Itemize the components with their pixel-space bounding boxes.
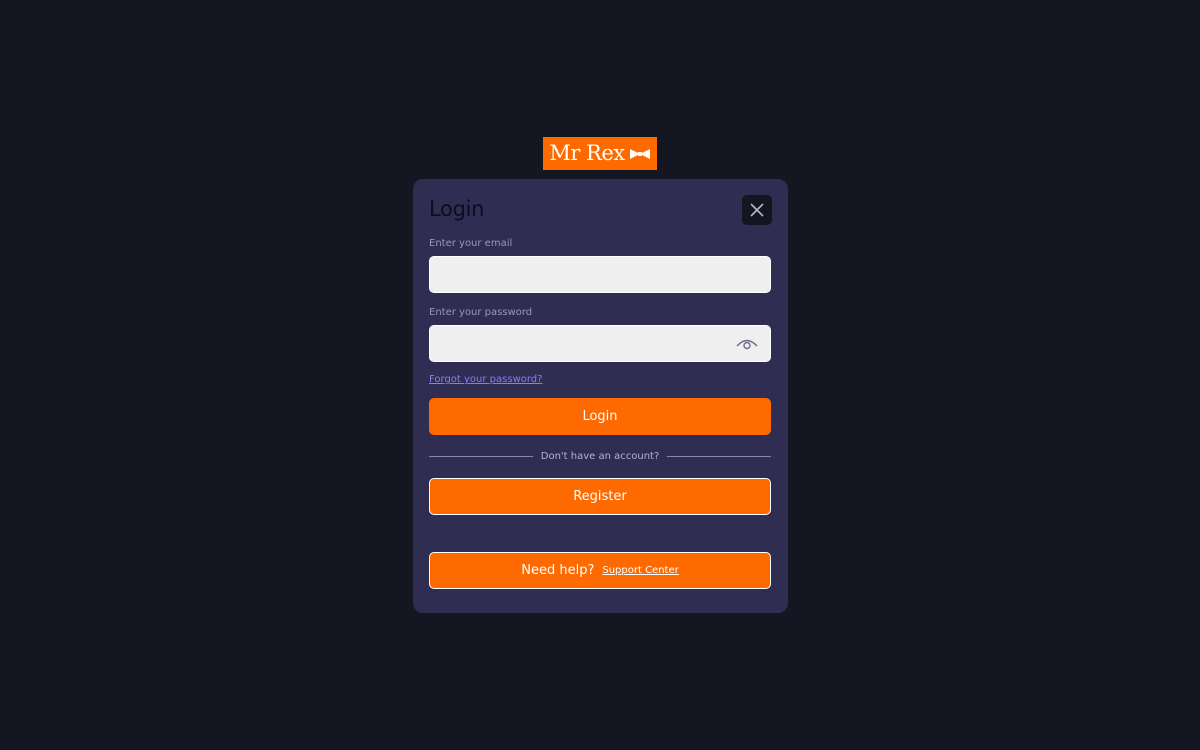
- logo-text: Mr Rex: [549, 141, 625, 165]
- support-center-link[interactable]: Support Center: [602, 565, 678, 576]
- support-box: Need help? Support Center: [429, 552, 771, 589]
- login-modal: Login Enter your email Enter your passwo…: [413, 179, 788, 613]
- divider-line-left: [429, 455, 533, 457]
- forgot-password-link[interactable]: Forgot your password?: [429, 374, 542, 385]
- register-button[interactable]: Register: [429, 478, 771, 515]
- email-label: Enter your email: [429, 238, 513, 249]
- email-field[interactable]: [429, 256, 771, 293]
- password-field[interactable]: [429, 325, 771, 362]
- divider: Don't have an account?: [429, 449, 772, 463]
- login-button-label: Login: [582, 409, 618, 424]
- help-text: Need help?: [521, 563, 595, 578]
- close-button[interactable]: [742, 195, 772, 225]
- password-label: Enter your password: [429, 307, 533, 318]
- brand-logo: Mr Rex: [543, 137, 657, 170]
- divider-line-right: [667, 455, 772, 457]
- modal-title: Login: [429, 197, 485, 221]
- close-icon: [750, 203, 764, 217]
- login-button[interactable]: Login: [429, 398, 771, 435]
- show-password-toggle[interactable]: [735, 336, 759, 352]
- register-button-label: Register: [573, 489, 627, 504]
- bow-tie-icon: [629, 147, 651, 161]
- eye-icon: [736, 339, 758, 350]
- divider-text: Don't have an account?: [540, 450, 660, 462]
